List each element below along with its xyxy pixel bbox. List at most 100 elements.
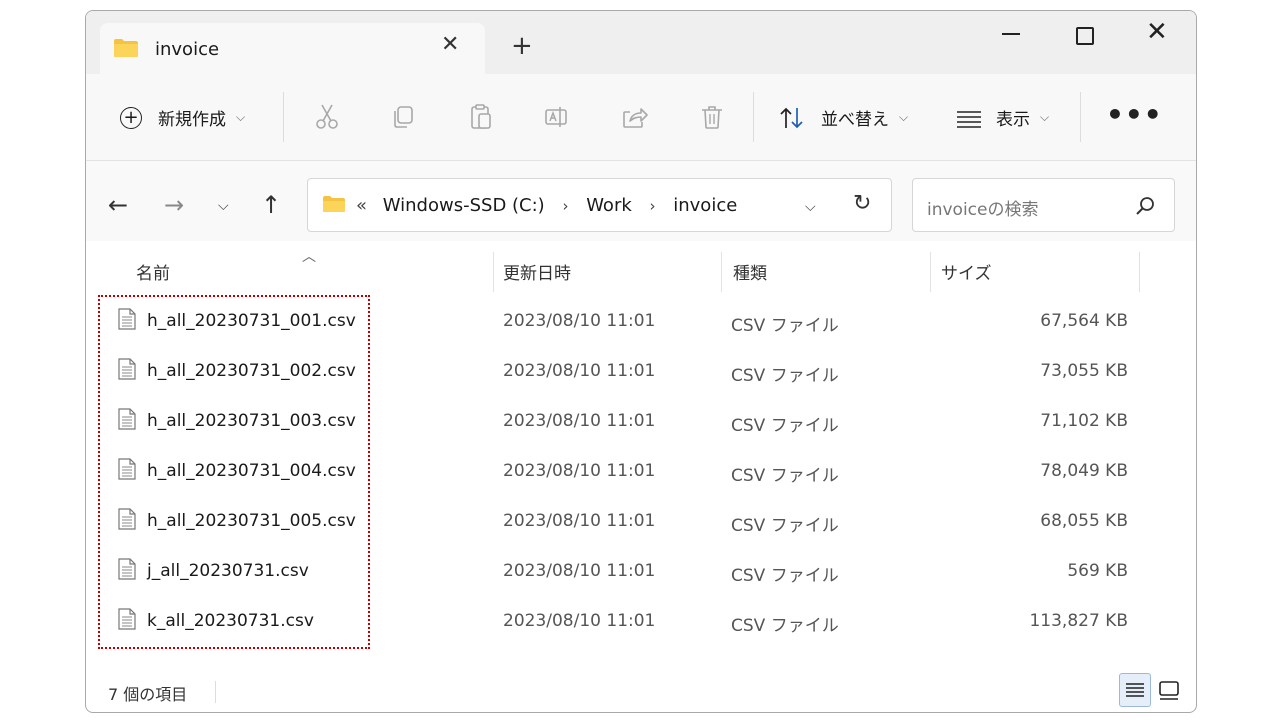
breadcrumb: « Windows-SSD (C:) › Work › invoice <box>356 195 737 216</box>
file-date: 2023/08/10 11:01 <box>503 461 656 481</box>
chevron-down-icon: ⌵ <box>1040 110 1050 124</box>
file-row[interactable]: h_all_20230731_003.csv 2023/08/10 11:01 … <box>86 398 1146 448</box>
rename-icon[interactable] <box>542 102 572 132</box>
breadcrumb-item[interactable]: Windows-SSD (C:) <box>383 195 545 216</box>
command-bar: + 新規作成 ⌵ 並べ替え ⌵ 表示 ⌵ ••• <box>86 74 1196 161</box>
column-header-type[interactable]: 種類 <box>733 259 767 284</box>
column-separator[interactable] <box>721 252 722 292</box>
view-button[interactable]: 表示 ⌵ <box>956 105 1049 130</box>
file-date: 2023/08/10 11:01 <box>503 361 656 381</box>
close-window-button[interactable]: ✕ <box>1146 19 1168 45</box>
navigation-bar: ← → ⌵ ↑ « Windows-SSD (C:) › Work › invo… <box>86 161 1196 241</box>
new-button[interactable]: + 新規作成 ⌵ <box>120 105 245 130</box>
file-row[interactable]: h_all_20230731_005.csv 2023/08/10 11:01 … <box>86 498 1146 548</box>
file-size: 569 KB <box>1067 561 1128 581</box>
file-row[interactable]: h_all_20230731_002.csv 2023/08/10 11:01 … <box>86 348 1146 398</box>
file-size: 67,564 KB <box>1040 311 1128 331</box>
more-options-button[interactable]: ••• <box>1106 98 1163 131</box>
share-icon[interactable] <box>620 102 650 132</box>
copy-icon[interactable] <box>388 102 418 132</box>
address-bar[interactable]: « Windows-SSD (C:) › Work › invoice ⌵ ↻ <box>307 178 892 232</box>
view-label: 表示 <box>996 110 1030 130</box>
file-type: CSV ファイル <box>731 516 839 536</box>
text-file-icon <box>118 508 136 530</box>
file-size: 113,827 KB <box>1029 611 1128 631</box>
file-type: CSV ファイル <box>731 416 839 436</box>
breadcrumb-overflow-icon[interactable]: « <box>356 195 367 216</box>
column-header-date[interactable]: 更新日時 <box>503 259 571 284</box>
recent-locations-chevron-icon[interactable]: ⌵ <box>218 199 229 213</box>
file-type: CSV ファイル <box>731 316 839 336</box>
close-tab-icon[interactable]: ✕ <box>441 34 459 56</box>
file-type: CSV ファイル <box>731 616 839 636</box>
column-header-size[interactable]: サイズ <box>941 259 992 284</box>
file-name: k_all_20230731.csv <box>147 611 314 631</box>
delete-icon[interactable] <box>697 102 727 132</box>
file-date: 2023/08/10 11:01 <box>503 511 656 531</box>
file-size: 68,055 KB <box>1040 511 1128 531</box>
search-icon[interactable] <box>1134 195 1156 217</box>
file-size: 78,049 KB <box>1040 461 1128 481</box>
breadcrumb-item[interactable]: Work <box>586 195 632 216</box>
sort-ascending-caret-icon: ︿ <box>302 249 316 265</box>
file-date: 2023/08/10 11:01 <box>503 411 656 431</box>
minimize-button[interactable] <box>1002 33 1020 35</box>
text-file-icon <box>118 408 136 430</box>
breadcrumb-item[interactable]: invoice <box>673 195 737 216</box>
file-name: h_all_20230731_005.csv <box>147 511 356 531</box>
back-arrow-icon[interactable]: ← <box>108 193 128 217</box>
sort-button[interactable]: 並べ替え ⌵ <box>779 105 908 130</box>
file-explorer-window: invoice ✕ + ✕ + 新規作成 ⌵ 並べ替え ⌵ 表示 ⌵ ••• ←… <box>85 10 1197 713</box>
search-box[interactable]: invoiceの検索 <box>912 178 1175 232</box>
file-name: h_all_20230731_004.csv <box>147 461 356 481</box>
item-count: 7 個の項目 <box>108 685 188 704</box>
file-size: 73,055 KB <box>1040 361 1128 381</box>
cut-icon[interactable] <box>312 102 342 132</box>
search-placeholder: invoiceの検索 <box>927 200 1039 220</box>
file-type: CSV ファイル <box>731 366 839 386</box>
view-list-icon <box>957 110 981 128</box>
column-separator[interactable] <box>930 252 931 292</box>
details-view-button[interactable] <box>1119 673 1151 707</box>
breadcrumb-chevron-icon[interactable]: › <box>562 197 568 215</box>
file-date: 2023/08/10 11:01 <box>503 311 656 331</box>
details-view-icon <box>1126 683 1144 697</box>
column-separator[interactable] <box>1139 252 1140 292</box>
column-header-row: ︿ 名前 更新日時 種類 サイズ <box>86 244 1196 292</box>
file-name: h_all_20230731_003.csv <box>147 411 356 431</box>
large-icons-view-icon[interactable] <box>1157 678 1181 702</box>
file-row[interactable]: k_all_20230731.csv 2023/08/10 11:01 CSV … <box>86 598 1146 648</box>
file-date: 2023/08/10 11:01 <box>503 561 656 581</box>
text-file-icon <box>118 358 136 380</box>
forward-arrow-icon[interactable]: → <box>164 193 184 217</box>
tab-invoice[interactable]: invoice ✕ <box>100 23 485 74</box>
sort-label: 並べ替え <box>821 110 889 130</box>
file-date: 2023/08/10 11:01 <box>503 611 656 631</box>
column-header-name[interactable]: 名前 <box>136 259 170 284</box>
paste-icon[interactable] <box>466 102 496 132</box>
up-arrow-icon[interactable]: ↑ <box>261 193 281 217</box>
separator <box>215 681 216 703</box>
file-row[interactable]: h_all_20230731_004.csv 2023/08/10 11:01 … <box>86 448 1146 498</box>
chevron-down-icon: ⌵ <box>236 110 246 124</box>
file-row[interactable]: h_all_20230731_001.csv 2023/08/10 11:01 … <box>86 298 1146 348</box>
text-file-icon <box>118 608 136 630</box>
file-name: j_all_20230731.csv <box>147 561 309 581</box>
file-name: h_all_20230731_002.csv <box>147 361 356 381</box>
separator <box>1080 92 1081 142</box>
file-type: CSV ファイル <box>731 566 839 586</box>
sort-icon <box>780 107 803 128</box>
address-history-chevron-icon[interactable]: ⌵ <box>805 199 816 215</box>
separator <box>753 92 754 142</box>
file-type: CSV ファイル <box>731 466 839 486</box>
maximize-button[interactable] <box>1076 27 1094 45</box>
breadcrumb-chevron-icon[interactable]: › <box>650 197 656 215</box>
folder-icon <box>323 196 345 212</box>
separator <box>283 92 284 142</box>
column-separator[interactable] <box>493 252 494 292</box>
refresh-icon[interactable]: ↻ <box>853 191 871 216</box>
new-tab-button[interactable]: + <box>511 33 533 59</box>
file-size: 71,102 KB <box>1040 411 1128 431</box>
chevron-down-icon: ⌵ <box>899 110 909 124</box>
file-row[interactable]: j_all_20230731.csv 2023/08/10 11:01 CSV … <box>86 548 1146 598</box>
